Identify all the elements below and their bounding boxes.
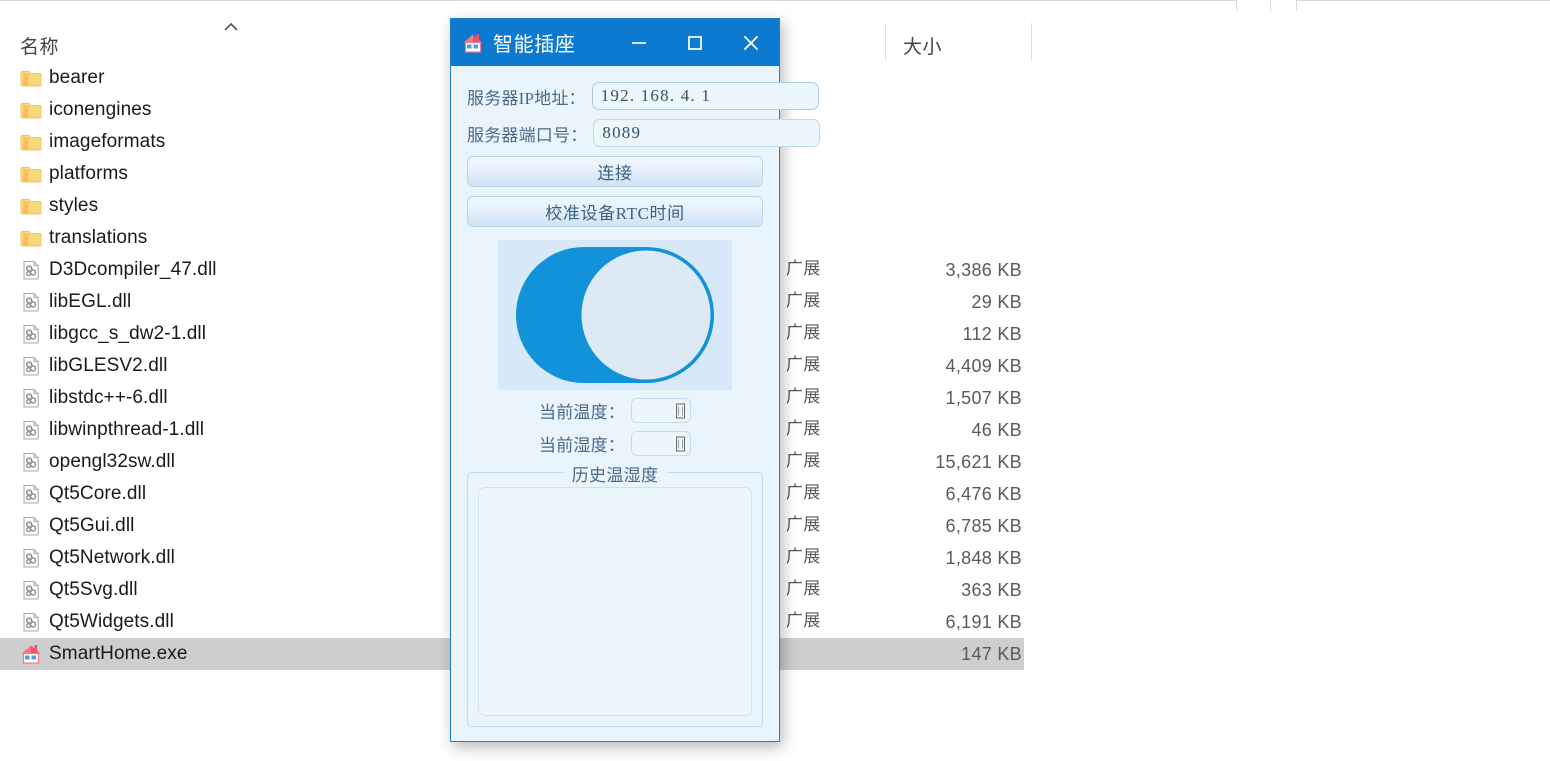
server-port-row: 服务器端口号： [467,119,821,147]
dll-icon [20,355,42,377]
temperature-label: 当前温度： [539,403,625,422]
server-port-label: 服务器端口号： [467,125,588,145]
maximize-icon [685,33,705,53]
file-name: iconengines [49,99,152,120]
server-ip-label: 服务器IP地址： [467,88,586,108]
dll-icon [20,547,42,569]
temperature-row: 当前温度： [467,398,763,423]
folder-icon [20,163,42,185]
file-name: Qt5Network.dll [49,547,175,568]
humidity-row: 当前湿度： [467,431,763,456]
close-icon [740,32,762,54]
dll-icon [20,323,42,345]
file-size: 46 KB [971,419,1022,440]
history-list[interactable] [478,487,752,716]
connect-button[interactable]: 连接 [467,156,763,187]
missing-glyph-icon [676,436,685,451]
file-name: Qt5Gui.dll [49,515,135,536]
dll-icon [20,259,42,281]
dll-icon [20,611,42,633]
humidity-label: 当前湿度： [539,436,625,455]
file-name: D3Dcompiler_47.dll [49,259,217,280]
folder-icon [20,195,42,217]
explorer-top-divider [0,0,1236,1]
header-tick [1236,0,1237,11]
file-size: 15,621 KB [935,451,1022,472]
file-name: libEGL.dll [49,291,132,312]
close-button[interactable] [723,19,779,66]
dll-icon [20,451,42,473]
window-controls [611,19,779,66]
file-size: 1,848 KB [945,547,1022,568]
sync-rtc-button[interactable]: 校准设备RTC时间 [467,196,763,227]
column-divider [1031,23,1032,61]
column-header-size[interactable]: 大小 [903,32,942,59]
file-name: libGLESV2.dll [49,355,168,376]
file-name: opengl32sw.dll [49,451,176,472]
humidity-value-field[interactable] [631,431,691,456]
file-name: bearer [49,67,105,88]
file-name: Qt5Core.dll [49,483,147,504]
folder-icon [20,99,42,121]
column-header-name[interactable]: 名称 [20,32,59,59]
file-size: 6,191 KB [945,611,1022,632]
column-divider [885,23,886,61]
dll-icon [20,579,42,601]
missing-glyph-icon [676,403,685,418]
server-ip-row: 服务器IP地址： [467,82,819,110]
file-name: Qt5Widgets.dll [49,611,174,632]
socket-power-toggle[interactable] [498,240,732,390]
file-size: 112 KB [962,323,1022,344]
dialog-title: 智能插座 [493,34,576,56]
file-name: translations [49,227,148,248]
history-groupbox-title: 历史温湿度 [563,461,667,486]
file-name: platforms [49,163,129,184]
minimize-icon [629,33,649,53]
file-name: SmartHome.exe [49,643,188,664]
dll-icon [20,515,42,537]
file-size: 363 KB [961,579,1022,600]
house-app-icon [20,643,42,665]
folder-icon [20,227,42,249]
file-name: libgcc_s_dw2-1.dll [49,323,207,344]
house-app-icon [462,32,484,54]
file-size: 3,386 KB [945,259,1022,280]
sort-ascending-icon [224,22,238,31]
file-size: 147 KB [961,643,1022,664]
file-name: libwinpthread-1.dll [49,419,205,440]
folder-icon [20,67,42,89]
history-groupbox: 历史温湿度 [467,461,763,727]
dll-icon [20,483,42,505]
file-name: imageformats [49,131,166,152]
server-ip-input[interactable] [591,82,819,110]
file-size: 4,409 KB [945,355,1022,376]
server-port-input[interactable] [593,119,821,147]
explorer-top-divider-right [1296,0,1550,1]
dll-icon [20,291,42,313]
file-name: styles [49,195,99,216]
header-tick [1270,0,1271,11]
dll-icon [20,387,42,409]
dll-icon [20,419,42,441]
dialog-body: 服务器IP地址： 服务器端口号： 连接 校准设备RTC时间 当前温度： [451,66,821,741]
file-name: Qt5Svg.dll [49,579,138,600]
minimize-button[interactable] [611,19,667,66]
toggle-switch-icon [498,240,732,390]
file-size: 6,785 KB [945,515,1022,536]
temperature-value-field[interactable] [631,398,691,423]
file-size: 29 KB [971,291,1022,312]
dialog-titlebar[interactable]: 智能插座 [451,19,779,66]
header-tick [1296,0,1297,11]
file-size: 1,507 KB [945,387,1022,408]
file-name: libstdc++-6.dll [49,387,168,408]
smart-socket-dialog: 智能插座 服务器IP地址： 192. 168. 4. 1 服务器端口号： 808… [450,18,821,742]
folder-icon [20,131,42,153]
maximize-button[interactable] [667,19,723,66]
file-size: 6,476 KB [945,483,1022,504]
